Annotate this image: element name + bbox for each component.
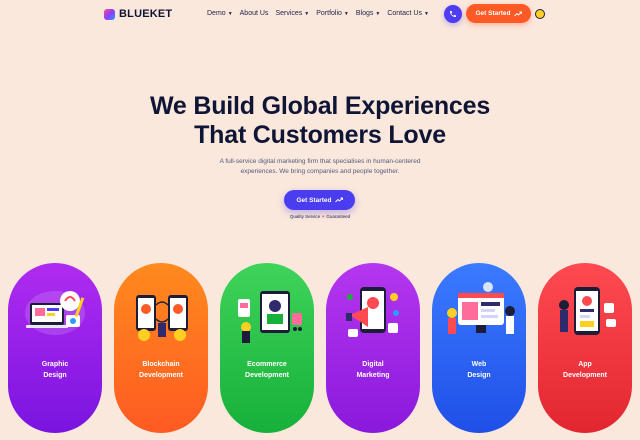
chevron-down-icon: ▼ (423, 10, 429, 17)
service-title: Blockchain Development (114, 359, 208, 381)
nav-item-about[interactable]: About Us (240, 10, 269, 17)
service-title-line: Web (471, 361, 487, 368)
brand-name: BLUEKET (119, 8, 173, 20)
service-title-line: App (578, 361, 592, 368)
service-title-line: Design (43, 372, 67, 379)
nav-item-contact[interactable]: Contact Us ▼ (387, 10, 429, 17)
nav-label: Demo (207, 10, 226, 17)
app-development-illustration (559, 287, 616, 335)
arrow-trend-icon (334, 197, 343, 203)
blockchain-illustration (136, 295, 188, 341)
brand-logo[interactable]: BLUEKET (104, 8, 172, 20)
button-label: Get Started (296, 196, 332, 204)
nav-label: Portfolio (316, 10, 342, 17)
logo-mark-icon (104, 8, 115, 20)
service-title-line: Graphic (41, 361, 69, 368)
service-title-line: Digital (362, 361, 384, 368)
ecommerce-illustration (238, 291, 302, 343)
service-title-line: Ecommerce (247, 361, 287, 368)
quality-guarantee: Quality Service ✦ Guaranteed (0, 214, 640, 220)
service-card-digital-marketing[interactable]: Digital Marketing (326, 263, 420, 433)
guarantee-right: Guaranteed (326, 214, 351, 219)
service-title: App Development (538, 359, 632, 381)
service-title: Graphic Design (8, 359, 102, 381)
nav-item-demo[interactable]: Demo ▼ (207, 10, 233, 17)
phone-icon (450, 11, 456, 17)
service-card-blockchain-development[interactable]: Blockchain Development (114, 263, 208, 433)
nav-label: Contact Us (387, 10, 422, 17)
nav-item-portfolio[interactable]: Portfolio ▼ (316, 10, 349, 17)
nav-item-blogs[interactable]: Blogs ▼ (356, 10, 380, 17)
service-title-line: Blockchain (142, 361, 180, 368)
service-card-graphic-design[interactable]: Graphic Design (8, 263, 102, 433)
site-header: BLUEKET Demo ▼ About Us Services ▼ Portf… (0, 0, 640, 30)
service-title-line: Development (139, 372, 183, 379)
service-card-web-design[interactable]: Web Design (432, 263, 526, 433)
hero-title: We Build Global Experiences That Custome… (0, 92, 640, 150)
nav-item-services[interactable]: Services ▼ (275, 10, 309, 17)
service-title: Digital Marketing (326, 359, 420, 381)
header-get-started-button[interactable]: Get Started (466, 4, 531, 23)
chevron-down-icon: ▼ (375, 10, 381, 17)
service-card-app-development[interactable]: App Development (538, 263, 632, 433)
service-card-ecommerce-development[interactable]: Ecommerce Development (220, 263, 314, 433)
theme-toggle-icon[interactable] (535, 9, 545, 19)
service-title: Web Design (432, 359, 526, 381)
digital-marketing-illustration (346, 287, 399, 337)
main-nav: Demo ▼ About Us Services ▼ Portfolio ▼ B… (207, 10, 429, 17)
service-title-line: Design (467, 372, 491, 379)
nav-label: Services (275, 10, 303, 17)
nav-label: Blogs (355, 10, 374, 17)
hero-title-line: That Customers Love (194, 121, 446, 149)
service-title-line: Marketing (356, 372, 390, 379)
hero-get-started-button[interactable]: Get Started (284, 190, 355, 210)
graphic-design-illustration (25, 291, 85, 335)
service-title-line: Development (563, 372, 607, 379)
hero-subtitle: A full-service digital marketing firm th… (200, 157, 440, 177)
service-title: Ecommerce Development (220, 359, 314, 381)
chevron-down-icon: ▼ (304, 10, 310, 17)
seal-icon: ✦ (321, 214, 326, 219)
chevron-down-icon: ▼ (227, 10, 233, 17)
service-title-line: Development (245, 372, 289, 379)
web-design-illustration (447, 282, 515, 334)
guarantee-left: Quality Service (289, 214, 321, 219)
hero-subtitle-line: A full-service digital marketing firm th… (219, 158, 421, 165)
arrow-trend-icon (513, 11, 522, 16)
button-label: Get Started (475, 10, 511, 17)
hero-title-line: We Build Global Experiences (149, 92, 491, 120)
nav-label: About Us (239, 10, 269, 17)
hero-subtitle-line: experiences. We bring companies and peop… (240, 168, 400, 175)
chevron-down-icon: ▼ (343, 10, 349, 17)
phone-button[interactable] (444, 5, 462, 23)
